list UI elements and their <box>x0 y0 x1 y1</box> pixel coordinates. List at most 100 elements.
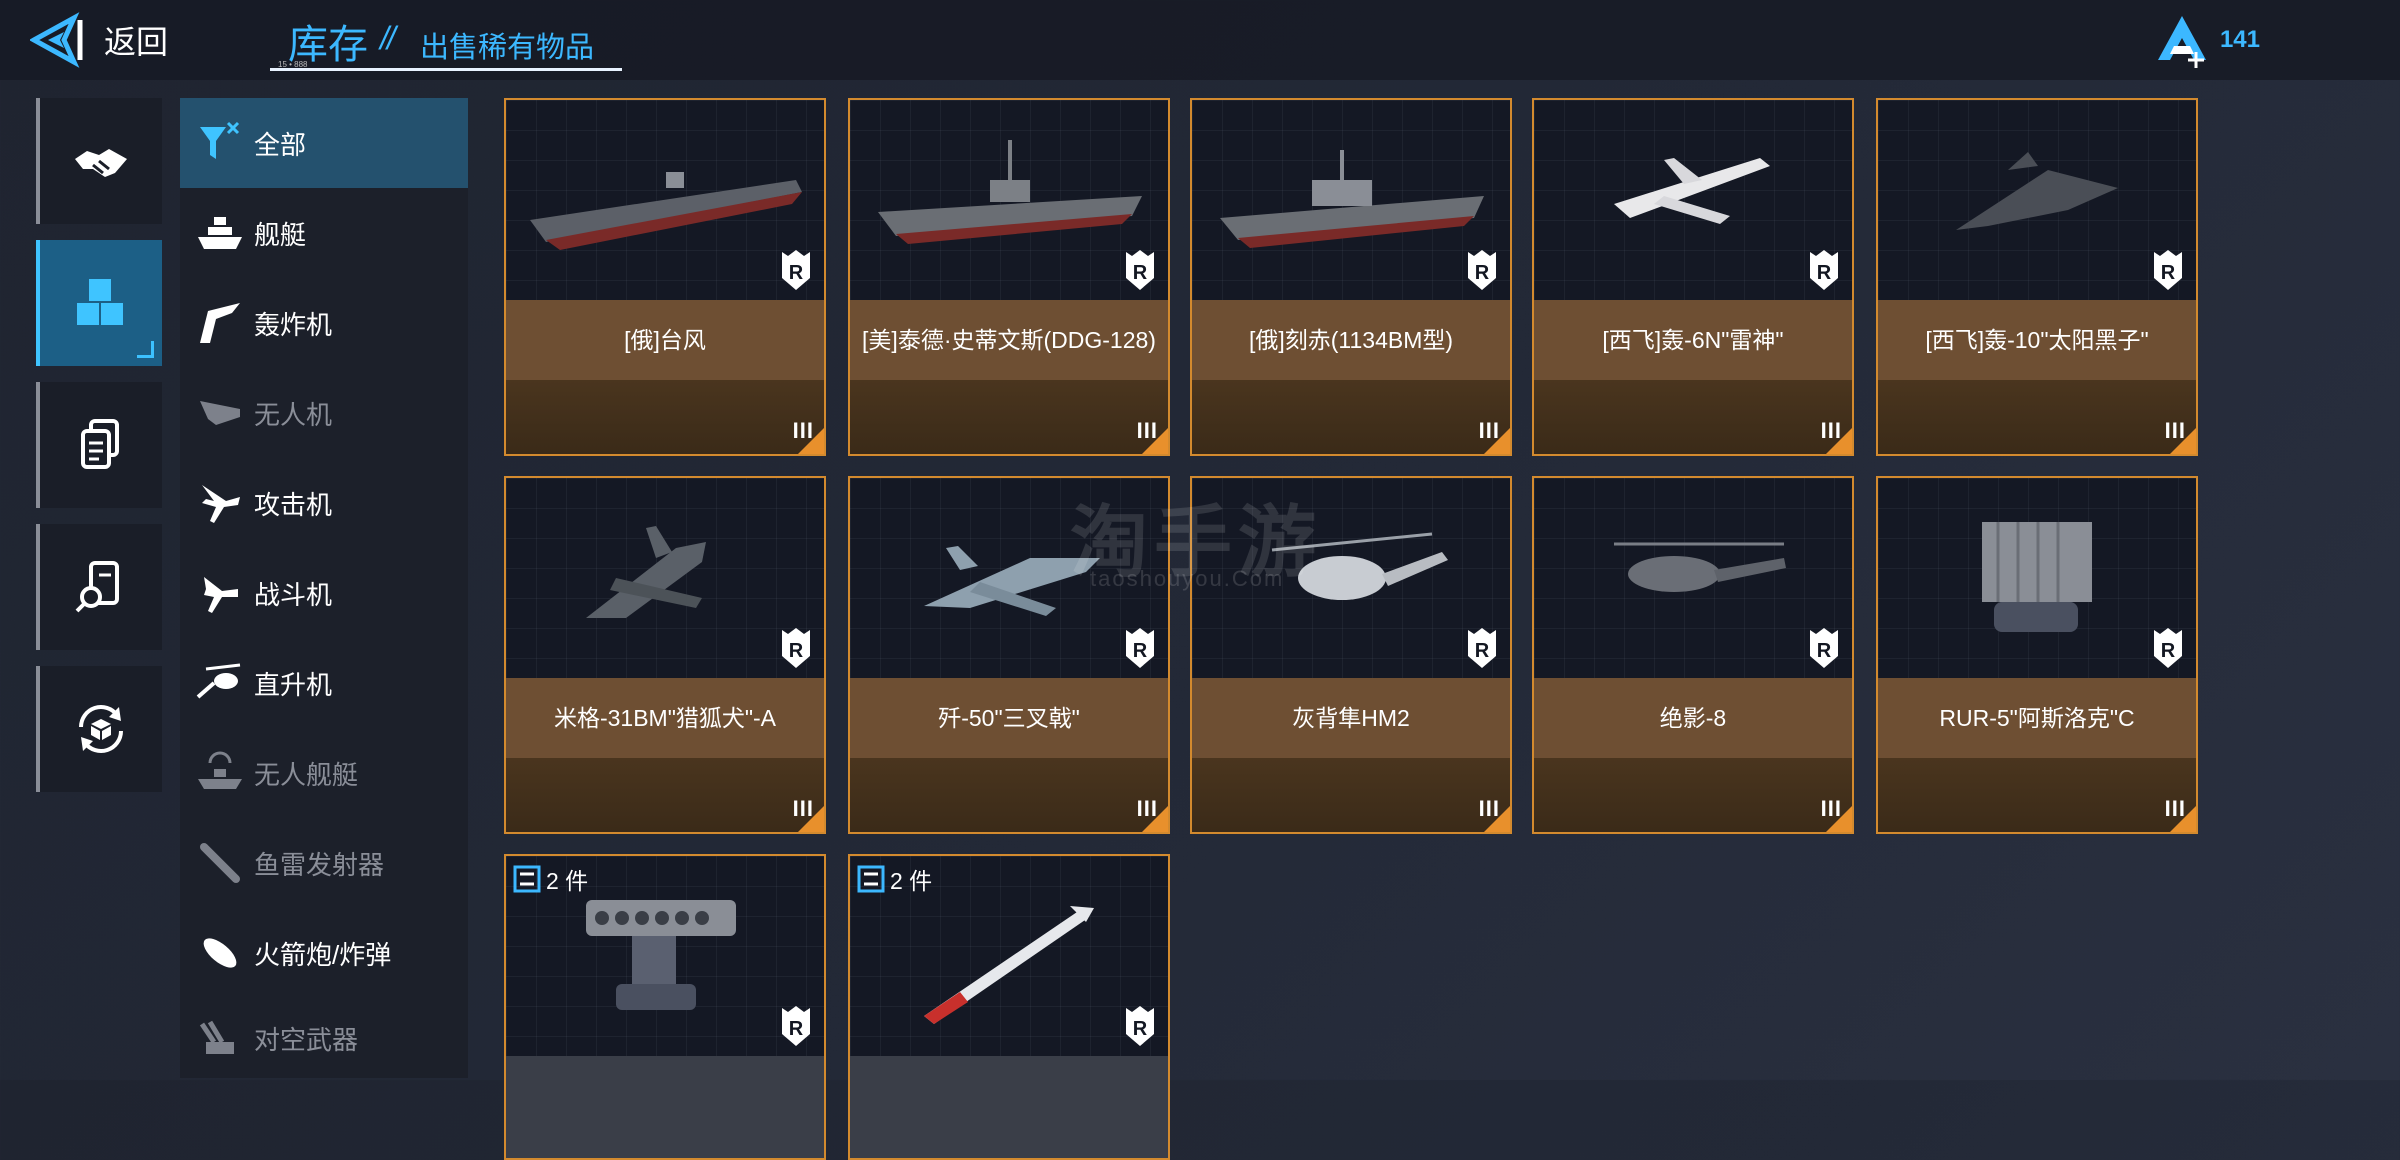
item-card[interactable]: R 米格-31BM"猎狐犬"-A III <box>504 476 826 834</box>
documents-icon <box>81 419 119 469</box>
category-unmanned-ships[interactable]: 无人舰艇 <box>180 728 468 818</box>
corner-triangle <box>2170 428 2196 454</box>
launcher-box-image <box>1982 522 2092 632</box>
ship-icon <box>192 205 248 261</box>
corner-triangle <box>798 428 824 454</box>
category-label: 无人舰艇 <box>254 759 359 790</box>
item-footer <box>1878 380 2196 454</box>
category-label: 舰艇 <box>254 219 307 250</box>
category-torpedo-launchers[interactable]: 鱼雷发射器 <box>180 818 468 908</box>
category-attack-jets[interactable]: 攻击机 <box>180 458 468 548</box>
item-footer <box>1534 380 1852 454</box>
item-count-label: 2 件 <box>546 868 589 894</box>
fighter-jet-icon <box>192 565 248 621</box>
category-anti-air[interactable]: 对空武器 <box>180 998 468 1078</box>
rarity-r-badge-icon: R <box>1468 250 1496 290</box>
item-name: [俄]台风 <box>624 327 706 353</box>
item-card[interactable]: 2 件 R <box>848 854 1170 1160</box>
item-card[interactable]: R [西飞]轰-6N"雷神" III <box>1532 98 1854 456</box>
item-name-band: RUR-5"阿斯洛克"C <box>1878 678 2196 758</box>
item-card[interactable]: R [俄]台风 III <box>504 98 826 456</box>
category-drones[interactable]: 无人机 <box>180 368 468 458</box>
page-subtitle[interactable]: 出售稀有物品 <box>420 24 594 66</box>
item-footer <box>1534 758 1852 832</box>
item-name: 灰背隼HM2 <box>1292 705 1410 731</box>
item-count: 2 件 <box>512 862 588 896</box>
item-name-band: [西飞]轰-6N"雷神" <box>1534 300 1852 380</box>
currency-value: 141 <box>2219 26 2260 53</box>
category-label: 全部 <box>254 129 307 160</box>
back-label: 返回 <box>104 24 169 60</box>
item-card[interactable]: R [西飞]轰-10"太阳黑子" III <box>1876 98 2198 456</box>
category-label: 对空武器 <box>254 1024 359 1055</box>
drone-icon <box>192 385 248 441</box>
svg-text:R: R <box>1133 1018 1148 1040</box>
item-card[interactable]: R [俄]刻赤(1134BM型) III <box>1190 98 1512 456</box>
item-image <box>1192 100 1510 300</box>
rarity-r-badge-icon: R <box>782 1006 810 1046</box>
bomber-image <box>1614 158 1770 224</box>
category-label: 无人机 <box>254 399 333 430</box>
item-footer <box>1192 380 1510 454</box>
rarity-r-badge-icon: R <box>1810 628 1838 668</box>
bomber-icon <box>192 295 248 351</box>
svg-text:R: R <box>789 1018 804 1040</box>
category-helicopters[interactable]: 直升机 <box>180 638 468 728</box>
item-name-band: 米格-31BM"猎狐犬"-A <box>506 678 824 758</box>
stack-count-icon <box>513 865 541 893</box>
category-bombers[interactable]: 轰炸机 <box>180 278 468 368</box>
category-all[interactable]: 全部 <box>180 98 468 188</box>
back-arrow-icon <box>30 12 83 68</box>
item-name: [美]泰德·史蒂文斯(DDG-128) <box>862 327 1156 353</box>
all-filter-icon <box>192 115 248 171</box>
svg-text:R: R <box>789 262 804 284</box>
rocket-icon <box>192 925 248 981</box>
item-image <box>1534 478 1852 678</box>
currency-display[interactable]: 141 <box>2152 12 2260 68</box>
svg-text:R: R <box>1133 262 1148 284</box>
item-name-band: [美]泰德·史蒂文斯(DDG-128) <box>850 300 1168 380</box>
helicopter-icon <box>192 655 248 711</box>
stealth-bomber-image <box>1956 152 2118 230</box>
category-ships[interactable]: 舰艇 <box>180 188 468 278</box>
item-name-band: 灰背隼HM2 <box>1192 678 1510 758</box>
item-footer <box>506 380 824 454</box>
item-name: [俄]刻赤(1134BM型) <box>1248 327 1454 353</box>
item-card[interactable]: 2 件 R <box>504 854 826 1160</box>
item-image <box>1878 100 2196 300</box>
category-label: 火箭炮/炸弹 <box>254 939 392 970</box>
rail-trade-button[interactable] <box>36 98 162 224</box>
search-document-icon <box>75 561 119 613</box>
svg-text:R: R <box>1475 262 1490 284</box>
rail-inventory-button[interactable] <box>36 240 162 366</box>
svg-text:R: R <box>2161 640 2176 662</box>
back-button[interactable]: 返回 <box>30 12 168 68</box>
fighter-jet-image <box>586 526 706 618</box>
category-fighters[interactable]: 战斗机 <box>180 548 468 638</box>
category-rockets-bombs[interactable]: 火箭炮/炸弹 <box>180 908 468 998</box>
svg-text:R: R <box>1817 262 1832 284</box>
top-bar: 返回 库存 // 出售稀有物品 15 • 888 141 <box>0 0 2400 80</box>
item-count-label: 2 件 <box>890 868 933 894</box>
exchange-cube-icon <box>79 705 123 753</box>
category-label: 直升机 <box>254 669 333 700</box>
item-card[interactable]: R RUR-5"阿斯洛克"C III <box>1876 476 2198 834</box>
svg-text:R: R <box>1133 640 1148 662</box>
cruiser-image <box>1220 150 1484 248</box>
currency-a-icon <box>2157 16 2206 68</box>
item-footer <box>1878 758 2196 832</box>
item-name-band: 绝影-8 <box>1534 678 1852 758</box>
category-label: 战斗机 <box>254 579 333 610</box>
item-name-band: 歼-50"三叉戟" <box>850 678 1168 758</box>
rarity-r-badge-icon: R <box>1126 1006 1154 1046</box>
item-card[interactable]: R [美]泰德·史蒂文斯(DDG-128) III <box>848 98 1170 456</box>
item-name: [西飞]轰-10"太阳黑子" <box>1925 327 2149 353</box>
rail-exchange-button[interactable] <box>36 666 162 792</box>
svg-text:R: R <box>789 640 804 662</box>
item-name-band <box>506 1056 824 1158</box>
item-card[interactable]: R 绝影-8 III <box>1532 476 1854 834</box>
title-tab[interactable]: 库存 // 出售稀有物品 15 • 888 <box>270 12 622 71</box>
rail-documents-button[interactable] <box>36 382 162 508</box>
rail-search-button[interactable] <box>36 524 162 650</box>
corner-triangle <box>1826 806 1852 832</box>
